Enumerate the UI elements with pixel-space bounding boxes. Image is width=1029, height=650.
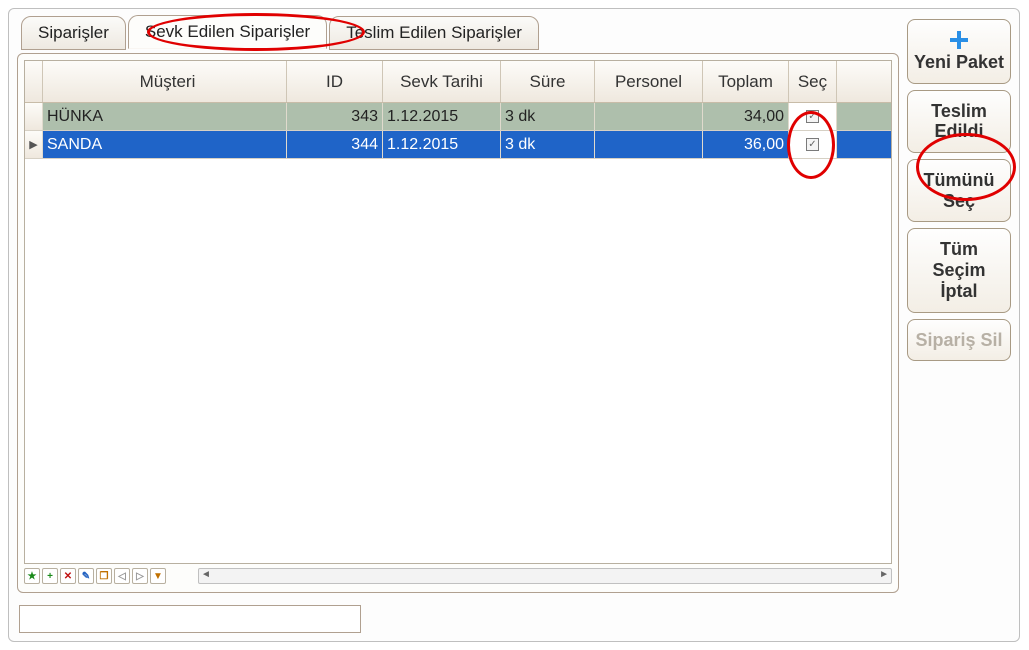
header-indicator xyxy=(25,61,43,102)
cell-sevk-tarihi: 1.12.2015 xyxy=(383,131,501,158)
cell-sec: ✓ xyxy=(789,103,837,130)
row-checkbox[interactable]: ✓ xyxy=(806,138,819,151)
grid-header-row: Müşteri ID Sevk Tarihi Süre Personel Top… xyxy=(25,61,891,103)
window-frame: Siparişler Sevk Edilen Siparişler Teslim… xyxy=(8,8,1020,642)
header-sevk-tarihi[interactable]: Sevk Tarihi xyxy=(383,61,501,102)
footer-next-icon[interactable]: ▷ xyxy=(132,568,148,584)
header-sec[interactable]: Seç xyxy=(789,61,837,102)
tab-bar: Siparişler Sevk Edilen Siparişler Teslim… xyxy=(21,15,1013,49)
teslim-edildi-label: Teslim Edildi xyxy=(931,101,987,142)
row-checkbox[interactable]: ✓ xyxy=(806,110,819,123)
footer-refresh-icon[interactable]: ★ xyxy=(24,568,40,584)
horizontal-scrollbar[interactable] xyxy=(198,568,892,584)
teslim-edildi-button[interactable]: Teslim Edildi xyxy=(907,90,1011,153)
tab-siparisler[interactable]: Siparişler xyxy=(21,16,126,50)
grid-panel: Müşteri ID Sevk Tarihi Süre Personel Top… xyxy=(17,53,899,593)
row-indicator: ▶ xyxy=(25,131,43,158)
tumunu-sec-label: Tümünü Seç xyxy=(924,170,995,211)
header-id[interactable]: ID xyxy=(287,61,383,102)
action-button-column: Yeni Paket Teslim Edildi Tümünü Seç Tüm … xyxy=(907,19,1011,361)
cell-id: 344 xyxy=(287,131,383,158)
siparis-sil-label: Sipariş Sil xyxy=(915,330,1002,350)
header-sure[interactable]: Süre xyxy=(501,61,595,102)
cell-sevk-tarihi: 1.12.2015 xyxy=(383,103,501,130)
footer-delete-icon[interactable]: ✕ xyxy=(60,568,76,584)
footer-filter-icon[interactable]: ▼ xyxy=(150,568,166,584)
table-row[interactable]: HÜNKA3431.12.20153 dk 34,00 ✓ xyxy=(25,103,891,131)
cell-sure: 3 dk xyxy=(501,103,595,130)
cell-personel xyxy=(595,103,703,130)
tab-teslim-edilen[interactable]: Teslim Edilen Siparişler xyxy=(329,16,539,50)
cell-personel xyxy=(595,131,703,158)
siparis-sil-button[interactable]: Sipariş Sil xyxy=(907,319,1011,362)
cell-musteri: SANDA xyxy=(43,131,287,158)
cell-id: 343 xyxy=(287,103,383,130)
grid-body: HÜNKA3431.12.20153 dk34,00✓▶SANDA3441.12… xyxy=(25,103,891,159)
row-indicator xyxy=(25,103,43,130)
footer-add-icon[interactable]: + xyxy=(42,568,58,584)
cell-sec: ✓ xyxy=(789,131,837,158)
header-personel[interactable]: Personel xyxy=(595,61,703,102)
cell-sure: 3 dk xyxy=(501,131,595,158)
data-grid: Müşteri ID Sevk Tarihi Süre Personel Top… xyxy=(24,60,892,564)
footer-edit-icon[interactable]: ✎ xyxy=(78,568,94,584)
tum-secim-iptal-label: Tüm Seçim İptal xyxy=(932,239,985,300)
cell-toplam: 36,00 xyxy=(703,131,789,158)
tumunu-sec-button[interactable]: Tümünü Seç xyxy=(907,159,1011,222)
footer-prev-icon[interactable]: ◁ xyxy=(114,568,130,584)
grid-footer-toolbar: ★ + ✕ ✎ ❐ ◁ ▷ ▼ xyxy=(24,566,892,586)
table-row[interactable]: ▶SANDA3441.12.20153 dk 36,00 ✓ xyxy=(25,131,891,159)
yeni-paket-label: Yeni Paket xyxy=(914,52,1004,72)
tum-secim-iptal-button[interactable]: Tüm Seçim İptal xyxy=(907,228,1011,312)
tab-sevk-edilen[interactable]: Sevk Edilen Siparişler xyxy=(128,15,327,49)
header-toplam[interactable]: Toplam xyxy=(703,61,789,102)
cell-musteri: HÜNKA xyxy=(43,103,287,130)
search-input[interactable] xyxy=(19,605,361,633)
footer-copy-icon[interactable]: ❐ xyxy=(96,568,112,584)
cell-toplam: 34,00 xyxy=(703,103,789,130)
header-musteri[interactable]: Müşteri xyxy=(43,61,287,102)
